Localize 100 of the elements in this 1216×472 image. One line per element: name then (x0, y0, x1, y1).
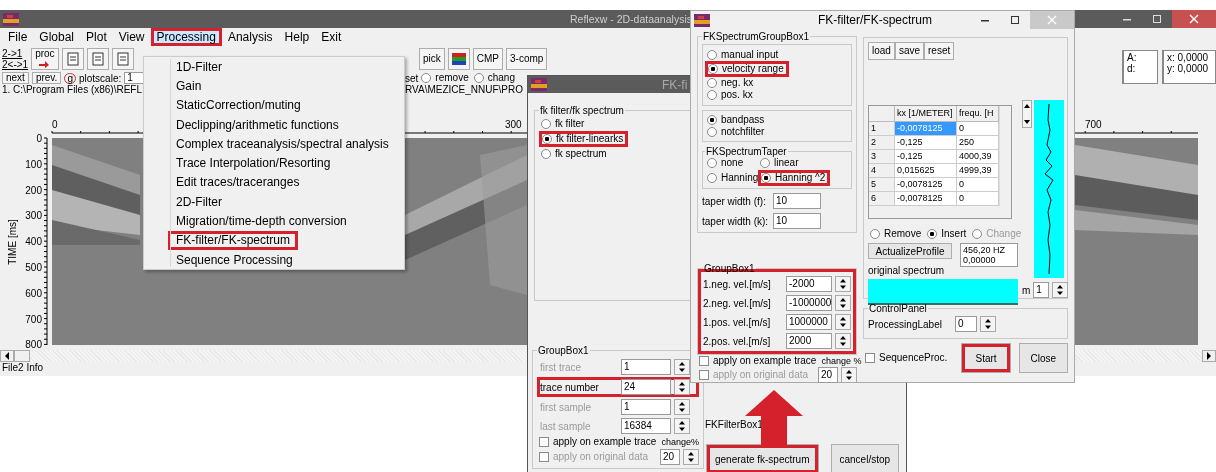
menu-item[interactable]: Global (33, 28, 81, 46)
menu-item[interactable]: FK-filter/FK-spectrum (168, 230, 298, 250)
input-field[interactable]: 1 (1033, 282, 1050, 298)
menu-item[interactable]: Declipping/arithmetic functions (168, 114, 347, 135)
table-cell[interactable]: 3 (869, 150, 895, 164)
cmp-button[interactable]: CMP (472, 48, 504, 70)
scroll-right-button[interactable] (1202, 350, 1216, 362)
input-field[interactable]: -2000 (786, 276, 832, 292)
input-field[interactable]: 10 (773, 193, 821, 209)
table-cell[interactable]: -0,0078125 (895, 178, 957, 192)
3-comp-button[interactable]: 3-comp (506, 48, 548, 70)
document-icon[interactable] (111, 48, 134, 70)
spin-button[interactable] (841, 367, 857, 383)
menu-item[interactable]: Processing (150, 28, 222, 46)
menu-item[interactable]: Exit (315, 28, 348, 46)
radio-button[interactable]: chang (471, 72, 517, 84)
input-field[interactable]: 1000000 (786, 314, 832, 330)
menu-item[interactable]: Gain (168, 76, 210, 96)
spin-button[interactable] (835, 276, 851, 292)
radio-button[interactable]: fk filter (539, 118, 587, 130)
menu-item[interactable]: 1D-Filter (168, 57, 230, 77)
color-scale-icon[interactable] (447, 48, 470, 70)
input-field[interactable]: 20 (818, 367, 838, 383)
table-cell[interactable]: -0,125 (895, 136, 957, 150)
radio-button[interactable]: manual input (705, 49, 781, 61)
menu-item[interactable]: Complex traceanalysis/spectral analysis (168, 134, 397, 154)
input-field[interactable]: 10 (773, 213, 821, 229)
close-button[interactable]: Close (1018, 343, 1068, 373)
link[interactable]: 2->1 (2, 48, 29, 59)
menu-item[interactable]: StaticCorrection/muting (168, 95, 309, 115)
table-cell[interactable]: 250 (957, 136, 999, 150)
action-button[interactable]: generate fk-spectrum (706, 444, 819, 472)
input-field[interactable]: -1000000 (786, 295, 832, 311)
table-cell[interactable]: 4 (869, 164, 895, 178)
table-cell[interactable]: -0,0078125 (895, 192, 957, 206)
menu-item[interactable]: Analysis (221, 28, 279, 46)
file-button[interactable]: reset (924, 42, 955, 60)
spin-button[interactable] (1022, 100, 1032, 128)
radio-button[interactable]: none (705, 157, 746, 169)
radio-button[interactable]: linear (758, 157, 801, 169)
prev-button[interactable]: prev. (31, 72, 62, 84)
proc-button[interactable]: proc (31, 48, 59, 70)
spin-button[interactable] (835, 314, 851, 330)
table-cell[interactable]: 0 (957, 122, 999, 136)
next-button[interactable]: next (2, 72, 29, 84)
document-icon[interactable] (61, 48, 84, 70)
menu-item[interactable]: Migration/time-depth conversion (168, 211, 355, 231)
menu-item[interactable]: View (112, 28, 151, 46)
spin-button[interactable] (1052, 282, 1069, 298)
pick-button[interactable]: pick (419, 48, 445, 70)
radio-button[interactable]: Hanning ^2 (758, 170, 831, 186)
table-cell[interactable]: 6 (869, 192, 895, 206)
input-field[interactable]: 2000 (786, 333, 832, 349)
spin-button[interactable] (683, 449, 699, 465)
menu-item[interactable]: Sequence Processing (168, 249, 301, 270)
spin-button[interactable] (835, 333, 851, 349)
table-cell[interactable]: 4999,39 (957, 164, 999, 178)
input-field[interactable]: 0 (954, 316, 977, 332)
checkbox[interactable]: SequenceProc. (863, 352, 950, 364)
actualize-button[interactable]: ActualizeProfile (868, 243, 952, 259)
menu-item[interactable]: Help (278, 28, 316, 46)
scrollbar[interactable] (999, 106, 1011, 206)
menu-item[interactable]: Edit traces/traceranges (168, 172, 308, 193)
start-button[interactable]: Start (961, 343, 1011, 373)
document-icon[interactable] (86, 48, 109, 70)
input-field[interactable]: 20 (660, 449, 680, 465)
menu-item[interactable]: 2D-Filter (168, 192, 230, 212)
close-button[interactable] (1172, 10, 1216, 28)
menu-item[interactable]: Trace Interpolation/Resorting (168, 153, 339, 173)
table-cell[interactable]: -0,125 (895, 150, 957, 164)
radio-button[interactable]: Remove (868, 228, 924, 240)
scrollbar[interactable] (869, 206, 1011, 218)
action-button[interactable]: cancel/stop (830, 444, 900, 472)
radio-button[interactable]: fk spectrum (539, 148, 609, 160)
spin-button[interactable] (979, 316, 996, 332)
radio-button[interactable]: notchfilter (705, 126, 767, 138)
radio-button[interactable]: neg. kx (705, 77, 756, 89)
radio-button[interactable]: fk filter-linearks (539, 131, 629, 147)
table-cell[interactable]: 0,015625 (895, 164, 957, 178)
file-button[interactable]: save (894, 42, 925, 60)
menu-item[interactable]: File (2, 28, 34, 46)
spin-button[interactable] (674, 379, 690, 395)
table-cell[interactable]: 0 (957, 178, 999, 192)
table-cell[interactable]: 1 (869, 122, 895, 136)
file-button[interactable]: load (868, 42, 895, 60)
scroll-left-button[interactable] (0, 350, 14, 362)
radio-button[interactable]: velocity range (705, 61, 789, 77)
scroll-thumb[interactable] (14, 350, 30, 362)
checkbox[interactable]: apply on example trace (537, 436, 659, 448)
radio-button[interactable]: pos. kx (705, 89, 755, 101)
radio-button[interactable]: remove (419, 72, 471, 84)
radio-button[interactable]: bandpass (705, 114, 767, 126)
table-cell[interactable]: 2 (869, 136, 895, 150)
radio-button[interactable]: Insert (925, 228, 969, 240)
table-cell[interactable]: 0 (957, 192, 999, 206)
table-cell[interactable]: 4000,39 (957, 150, 999, 164)
link[interactable]: 2<->1 (2, 59, 29, 70)
spin-button[interactable] (835, 295, 851, 311)
menu-item[interactable]: Plot (80, 28, 113, 46)
checkbox[interactable]: apply on example trace (697, 355, 819, 367)
